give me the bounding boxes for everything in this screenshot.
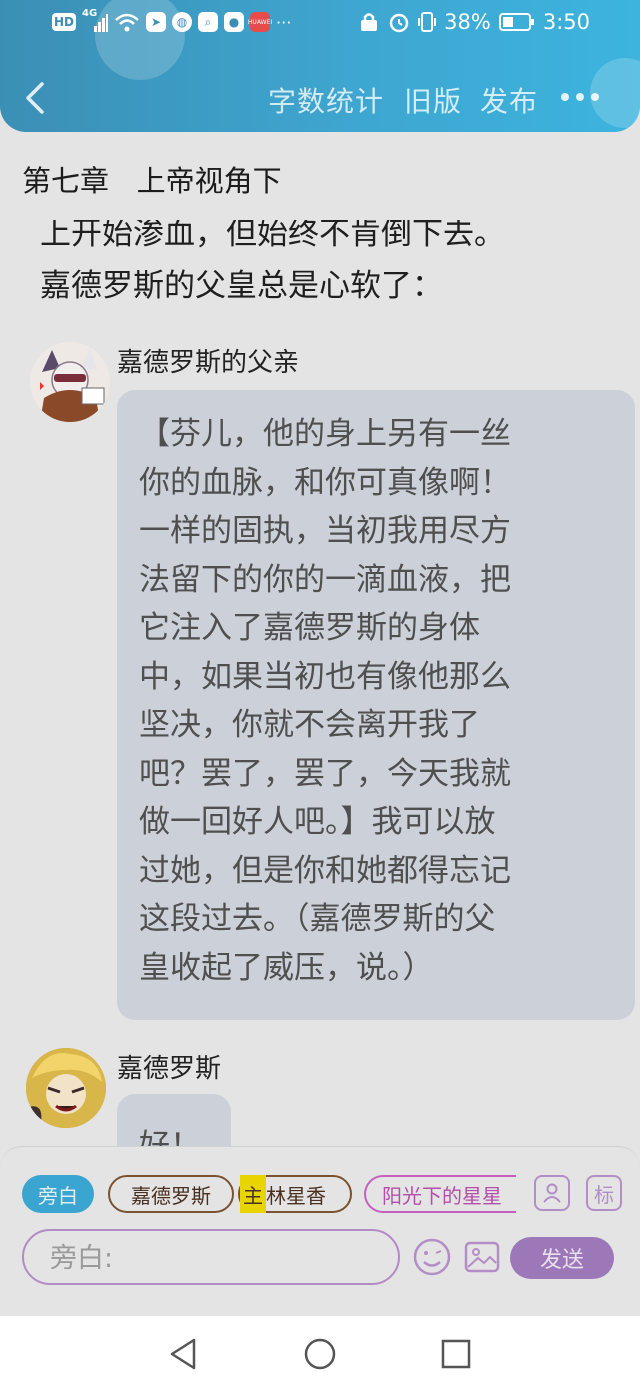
narration-line: 上开始渗血，但始终不肯倒下去。 [40, 220, 505, 252]
message-input-wrapper [22, 1229, 400, 1285]
more-notifications-icon: ··· [276, 12, 292, 32]
message-line: 做一回好人吧。】我可以放 [139, 804, 496, 840]
message-line: 坚决，你就不会离开我了 [139, 707, 480, 743]
message-line: 你的血脉，和你可真像啊！ [139, 464, 511, 501]
father-avatar-image [30, 342, 110, 422]
bulb-app-icon: ● [224, 12, 245, 32]
home-circle-icon[interactable] [300, 1334, 340, 1374]
message-line: 中，如果当初也有像他那么 [139, 658, 511, 695]
wifi-icon [115, 13, 139, 32]
browser-app-icon: ◍ [172, 12, 193, 32]
message-line: 一样的固执，当初我用尽方 [139, 513, 511, 549]
key-lock-icon [361, 13, 378, 31]
tag-button[interactable]: 标 [586, 1175, 622, 1211]
message-input[interactable] [48, 1239, 382, 1277]
app-header: HD 4G ➤ ◍ ⌕ ● HUAWEI ··· 38% 3:50 字数统计 旧… [0, 0, 640, 132]
speaker-name: 嘉德罗斯 [117, 1054, 222, 1084]
hd-badge: HD [52, 13, 77, 31]
composer-panel: 旁白 嘉德罗斯 主 林星香 阳光下的星星 标 发送 [0, 1146, 640, 1317]
message-bubble[interactable]: 【芬儿，他的身上另有一丝 你的血脉，和你可真像啊！ 一样的固执，当初我用尽方 法… [117, 390, 635, 1020]
battery-percent: 38% [444, 10, 491, 34]
direction-app-icon: ➤ [146, 12, 167, 32]
emoji-icon[interactable] [412, 1237, 452, 1277]
message-bubble[interactable]: 好！ [117, 1094, 231, 1148]
message-text: 【芬儿，他的身上另有一丝 你的血脉，和你可真像啊！ 一样的固执，当初我用尽方 法… [139, 410, 591, 992]
message-line: 过她，但是你和她都得忘记 [139, 852, 511, 889]
status-left-icons: HD 4G ➤ ◍ ⌕ ● HUAWEI ··· [52, 8, 292, 32]
role-grandeross-pill[interactable]: 嘉德罗斯 [108, 1175, 234, 1213]
status-bar: HD 4G ➤ ◍ ⌕ ● HUAWEI ··· 38% 3:50 [0, 0, 640, 50]
vibrate-icon [418, 12, 437, 32]
narration-line: 嘉德罗斯的父皇总是心软了： [40, 268, 443, 304]
signal-bars-icon [94, 14, 109, 32]
search-app-icon: ⌕ [198, 12, 219, 32]
old-version-button[interactable]: 旧版 [404, 80, 462, 120]
alarm-icon [389, 13, 409, 33]
clock-time: 3:50 [542, 10, 590, 34]
role-sunshine-star-pill[interactable]: 阳光下的星星 [364, 1175, 516, 1213]
publish-button[interactable]: 发布 [480, 80, 538, 120]
message-line: 它注入了嘉德罗斯的身体 [139, 610, 480, 646]
speaker-name: 嘉德罗斯的父亲 [117, 348, 300, 378]
store-app-icon: HUAWEI [248, 12, 272, 32]
role-linxingxiang-label: 林星香 [266, 1183, 326, 1208]
avatar[interactable] [30, 342, 110, 422]
character-button[interactable] [534, 1175, 570, 1211]
battery-icon [498, 13, 534, 31]
grandeross-avatar-image [26, 1048, 106, 1128]
avatar[interactable] [26, 1048, 106, 1128]
message-line: 这段过去。（嘉德罗斯的父 [139, 901, 496, 937]
message-line: 皇收起了威压，说。） [139, 949, 434, 986]
role-linxingxiang-pill[interactable]: 主 林星香 [238, 1175, 352, 1213]
recents-square-icon[interactable] [436, 1334, 476, 1374]
story-content[interactable]: 上开始渗血，但始终不肯倒下去。 嘉德罗斯的父皇总是心软了： 嘉德罗斯的父亲 【芬… [0, 220, 640, 1148]
back-arrow-icon[interactable] [22, 80, 54, 116]
back-triangle-icon[interactable] [164, 1334, 204, 1374]
nav-bar: 字数统计 旧版 发布 [0, 62, 640, 132]
cell-signal-icon: 4G [82, 8, 109, 32]
image-icon[interactable] [462, 1237, 502, 1277]
status-right-icons: 38% 3:50 [358, 10, 590, 34]
role-narrator-pill[interactable]: 旁白 [22, 1175, 94, 1213]
message-line: 好！ [139, 1128, 201, 1148]
message-line: 【芬儿，他的身上另有一丝 [139, 416, 511, 452]
main-role-tag: 主 [240, 1175, 266, 1213]
send-button[interactable]: 发送 [510, 1237, 614, 1279]
word-count-button[interactable]: 字数统计 [268, 80, 384, 120]
message-line: 法留下的你的一滴血液，把 [139, 561, 511, 598]
chapter-title[interactable]: 第七章 上帝视角下 [22, 158, 282, 200]
system-nav-bar [0, 1316, 640, 1387]
person-icon [543, 1183, 561, 1203]
message-line: 吧？罢了，罢了，今天我就 [139, 755, 511, 792]
more-options-icon[interactable] [560, 92, 600, 102]
